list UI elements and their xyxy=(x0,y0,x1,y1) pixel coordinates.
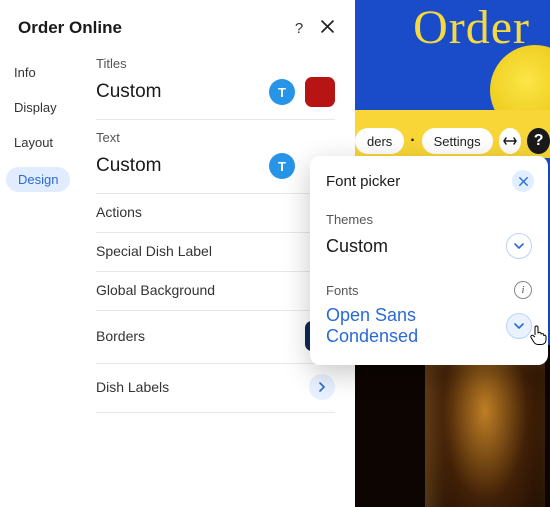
settings-panel: Order Online ? Info Display Layout Desig… xyxy=(0,0,355,507)
text-style-icon[interactable]: T xyxy=(269,153,295,179)
section-label: Titles xyxy=(96,56,335,71)
tab-design[interactable]: Design xyxy=(6,167,70,192)
themes-value: Custom xyxy=(326,236,506,257)
themes-label: Themes xyxy=(326,212,532,227)
popover-title: Font picker xyxy=(326,173,512,190)
section-value: Custom xyxy=(96,81,263,103)
help-icon[interactable]: ? xyxy=(289,20,309,37)
preview-toolbar: ders · Settings ? xyxy=(355,128,550,154)
section-value: Custom xyxy=(96,155,263,177)
close-icon[interactable] xyxy=(317,20,337,37)
dish-photo xyxy=(355,345,550,507)
color-swatch[interactable] xyxy=(305,77,335,107)
themes-section: Themes Custom xyxy=(310,204,548,273)
section-special-dish[interactable]: Special Dish Label xyxy=(96,233,335,272)
section-borders[interactable]: Borders xyxy=(96,311,335,364)
toolbar-item-settings[interactable]: Settings xyxy=(422,128,493,154)
section-label: Borders xyxy=(96,328,295,344)
chevron-right-icon[interactable] xyxy=(309,374,335,400)
help-icon[interactable]: ? xyxy=(527,128,550,154)
toolbar-separator: · xyxy=(410,132,415,150)
fonts-section: Fonts i Open Sans Condensed xyxy=(310,273,548,351)
section-label: Special Dish Label xyxy=(96,243,335,259)
panel-header: Order Online ? xyxy=(0,18,355,52)
font-picker-popover: Font picker Themes Custom Fonts i Open S… xyxy=(310,156,548,365)
panel-tabs: Info Display Layout Design xyxy=(0,56,96,413)
tab-display[interactable]: Display xyxy=(14,97,96,118)
stretch-icon[interactable] xyxy=(499,128,522,154)
section-label: Text xyxy=(96,130,335,145)
fonts-value: Open Sans Condensed xyxy=(326,305,506,347)
text-style-icon[interactable]: T xyxy=(269,79,295,105)
section-actions[interactable]: Actions xyxy=(96,194,335,233)
info-icon[interactable]: i xyxy=(514,281,532,299)
section-text[interactable]: Text Custom T xyxy=(96,120,335,194)
themes-dropdown[interactable] xyxy=(506,233,532,259)
section-titles[interactable]: Titles Custom T xyxy=(96,56,335,120)
drink-glass xyxy=(425,357,545,507)
toolbar-item-orders[interactable]: ders xyxy=(355,128,404,154)
fonts-label: Fonts xyxy=(326,283,359,298)
tab-info[interactable]: Info xyxy=(14,62,96,83)
section-global-background[interactable]: Global Background xyxy=(96,272,335,311)
section-label: Dish Labels xyxy=(96,379,309,395)
tab-layout[interactable]: Layout xyxy=(14,132,96,153)
fonts-dropdown[interactable] xyxy=(506,313,532,339)
section-label: Global Background xyxy=(96,282,335,298)
preview-heading: Order xyxy=(413,0,530,55)
section-label: Actions xyxy=(96,204,335,220)
section-dish-labels[interactable]: Dish Labels xyxy=(96,364,335,413)
close-icon[interactable] xyxy=(512,170,534,192)
panel-title: Order Online xyxy=(18,18,281,38)
